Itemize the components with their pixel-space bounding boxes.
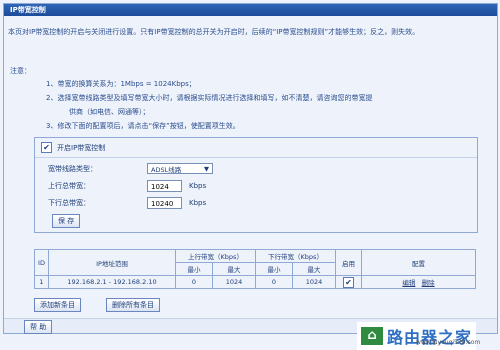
note-item: 1、带宽的换算关系为：1Mbps = 1024Kbps；: [46, 80, 196, 88]
downstream-label: 下行总带宽：: [48, 199, 90, 207]
row-down-min: 0: [255, 275, 293, 289]
save-button[interactable]: 保 存: [52, 214, 81, 228]
upstream-input[interactable]: 1024: [147, 180, 182, 192]
line-type-row: 宽带线路类型： ADSL线路 ▼: [48, 163, 213, 174]
col-up-max: 最大: [212, 262, 256, 276]
intro-text: 本页对IP带宽控制的开启与关闭进行设置。只有IP带宽控制的总开关为开启时，后续的…: [8, 28, 420, 36]
row-up-min: 0: [175, 275, 213, 289]
help-button[interactable]: 帮 助: [24, 320, 53, 334]
col-config: 配置: [361, 249, 476, 276]
watermark-url: www.luyouqi520.com: [416, 339, 481, 346]
ip-bandwidth-panel: IP带宽控制 本页对IP带宽控制的开启与关闭进行设置。只有IP带宽控制的总开关为…: [3, 3, 498, 334]
note-item: 供商（如电信、网通等）；: [69, 108, 150, 116]
add-entry-button[interactable]: 添加新条目: [34, 298, 81, 312]
table-header-row: ID IP地址范围 上行带宽（Kbps） 下行带宽（Kbps） 启用 配置: [34, 249, 476, 276]
row-enable-cell: ✔: [335, 275, 362, 289]
upstream-row: 上行总带宽： 1024 Kbps: [48, 180, 206, 192]
downstream-input[interactable]: 10240: [147, 197, 182, 209]
edit-link[interactable]: 编辑: [402, 279, 415, 287]
col-ip-range: IP地址范围: [48, 249, 176, 276]
notes-title: 注意：: [10, 67, 31, 75]
line-type-value: ADSL线路: [151, 165, 182, 174]
enable-row: ✔ 开启IP带宽控制: [35, 138, 477, 158]
note-item: 3、修改下面的配置项后，请点击“保存”按钮，使配置项生效。: [46, 122, 240, 130]
rules-table: ID IP地址范围 上行带宽（Kbps） 下行带宽（Kbps） 启用 配置 最小…: [34, 249, 476, 289]
downstream-unit: Kbps: [189, 199, 207, 207]
row-enable-checkbox[interactable]: ✔: [343, 276, 354, 288]
row-down-max: 1024: [292, 275, 336, 289]
col-enable: 启用: [335, 249, 362, 276]
table-row: 1 192.168.2.1 - 192.168.2.10 0 1024 0 10…: [34, 275, 476, 289]
upstream-label: 上行总带宽：: [48, 182, 90, 190]
col-up-min: 最小: [175, 262, 213, 276]
col-id: ID: [34, 249, 49, 276]
bandwidth-settings-box: ✔ 开启IP带宽控制 宽带线路类型： ADSL线路 ▼ 上行总带宽： 1024 …: [34, 137, 478, 233]
downstream-row: 下行总带宽： 10240 Kbps: [48, 197, 206, 209]
enable-label: 开启IP带宽控制: [57, 143, 106, 152]
row-up-max: 1024: [212, 275, 256, 289]
row-config-cell: 编辑 删除: [361, 275, 476, 289]
col-down-min: 最小: [255, 262, 293, 276]
col-down-max: 最大: [292, 262, 336, 276]
row-ip-range: 192.168.2.1 - 192.168.2.10: [48, 275, 176, 289]
enable-checkbox[interactable]: ✔: [41, 142, 52, 153]
col-down: 下行带宽（Kbps）: [255, 249, 336, 263]
upstream-unit: Kbps: [189, 182, 207, 190]
line-type-select[interactable]: ADSL线路 ▼: [147, 163, 213, 174]
chevron-down-icon: ▼: [204, 164, 209, 173]
router-logo-icon: ⌂: [361, 327, 383, 345]
delete-all-button[interactable]: 删除所有条目: [106, 298, 160, 312]
notes-list: 1、带宽的换算关系为：1Mbps = 1024Kbps； 2、选择宽带线路类型及…: [46, 77, 492, 133]
note-item: 2、选择宽带线路类型及填写带宽大小时，请根据实际情况进行选择和填写，如不清楚，请…: [46, 94, 373, 102]
panel-title: IP带宽控制: [4, 4, 497, 16]
col-up: 上行带宽（Kbps）: [175, 249, 256, 263]
line-type-label: 宽带线路类型：: [48, 164, 97, 173]
delete-link[interactable]: 删除: [422, 279, 435, 287]
row-id: 1: [34, 275, 49, 289]
